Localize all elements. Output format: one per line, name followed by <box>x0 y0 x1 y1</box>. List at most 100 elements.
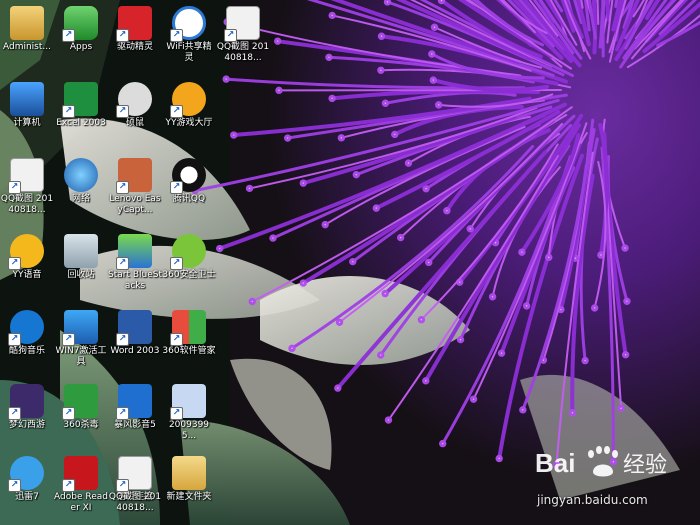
desktop-icon-label: 回收站 <box>67 270 95 280</box>
desktop-icon-label: 暴风影音5 <box>114 420 156 430</box>
image-file-icon: ↗ <box>8 158 44 194</box>
network-icon <box>64 158 98 192</box>
svg-text:经验: 经验 <box>623 453 667 478</box>
desktop-icon[interactable]: ↗ 360杀毒 <box>54 380 108 446</box>
shortcut-arrow-icon: ↗ <box>62 29 75 42</box>
desktop-icon-label: 腾讯QQ <box>172 194 206 204</box>
word-icon: ↗ <box>116 310 152 346</box>
wifi-share-icon: ↗ <box>170 6 206 42</box>
desktop-icon[interactable]: 回收站 <box>54 230 108 296</box>
desktop-icon[interactable]: ↗ YY游戏大厅 <box>162 78 216 144</box>
shortcut-arrow-icon: ↗ <box>8 333 21 346</box>
thunder-icon: ↗ <box>8 456 44 492</box>
desktop-icon-label: 网络 <box>71 194 90 204</box>
svg-text:Bai: Bai <box>535 448 575 478</box>
shortcut-arrow-icon: ↗ <box>170 181 183 194</box>
desktop-icon[interactable]: ↗ Adobe Reader XI <box>54 452 108 518</box>
mouse-app-icon: ↗ <box>116 82 152 118</box>
desktop-icon[interactable]: ↗ 360安全卫士 <box>162 230 216 296</box>
shortcut-arrow-icon: ↗ <box>8 181 21 194</box>
shortcut-arrow-icon: ↗ <box>170 333 183 346</box>
bluestacks-icon: ↗ <box>116 234 152 270</box>
qq-penguin-icon: ↗ <box>170 158 206 194</box>
desktop-icon-label: Word 2003 <box>110 346 160 356</box>
desktop-icon[interactable]: 新建文件夹 <box>162 452 216 518</box>
desktop-icon-label: Excel 2003 <box>56 118 106 128</box>
desktop-icon[interactable]: ↗ 迅雷7 <box>0 452 54 518</box>
desktop-icon-label: 360杀毒 <box>63 420 99 430</box>
game-icon: ↗ <box>8 384 44 420</box>
image-file-icon: ↗ <box>224 6 260 42</box>
desktop-icon[interactable]: ↗ 梦幻西游 <box>0 380 54 446</box>
shortcut-arrow-icon: ↗ <box>170 257 183 270</box>
desktop-icon-label: WiFi共享精灵 <box>166 42 212 63</box>
shortcut-arrow-icon: ↗ <box>116 257 129 270</box>
keyboard-image-icon: ↗ <box>170 384 206 420</box>
desktop-icon[interactable]: ↗ QQ截图 20140818... <box>108 452 162 518</box>
desktop-icon[interactable]: ↗ WiFi共享精灵 <box>162 2 216 68</box>
desktop-icon[interactable]: ↗ Word 2003 <box>108 306 162 372</box>
desktop-icon-label: 驱动精灵 <box>116 42 153 52</box>
recycle-bin-icon <box>64 234 98 268</box>
shortcut-arrow-icon: ↗ <box>170 407 183 420</box>
desktop-icon[interactable]: ↗ 驱动精灵 <box>108 2 162 68</box>
desktop-icon[interactable]: ↗ 酷狗音乐 <box>0 306 54 372</box>
adobe-reader-icon: ↗ <box>62 456 98 492</box>
desktop-icon[interactable]: ↗ 暴风影音5 <box>108 380 162 446</box>
shortcut-arrow-icon: ↗ <box>8 479 21 492</box>
computer-icon <box>10 82 44 116</box>
desktop-icon-label: QQ截图 20140818... <box>108 492 162 513</box>
shortcut-arrow-icon: ↗ <box>62 407 75 420</box>
yy-game-icon: ↗ <box>170 82 206 118</box>
shortcut-arrow-icon: ↗ <box>170 29 183 42</box>
desktop-icon[interactable]: 计算机 <box>0 78 54 144</box>
shortcut-arrow-icon: ↗ <box>116 333 129 346</box>
desktop-icon[interactable]: ↗ 360软件管家 <box>162 306 216 372</box>
desktop-icon-label: YY语音 <box>12 270 42 280</box>
shortcut-arrow-icon: ↗ <box>8 407 21 420</box>
desktop-icon[interactable]: 网络 <box>54 154 108 220</box>
excel-icon: ↗ <box>62 82 98 118</box>
desktop-icon-label: 计算机 <box>13 118 41 128</box>
desktop-icon[interactable]: ↗ 硕鼠 <box>108 78 162 144</box>
win7-activator-icon: ↗ <box>62 310 98 346</box>
desktop-icon[interactable]: ↗ QQ截图 20140818... <box>0 154 54 220</box>
desktop-icon[interactable]: ↗ QQ截图 20140818... <box>216 2 270 68</box>
desktop-icon[interactable]: ↗ 腾讯QQ <box>162 154 216 220</box>
desktop-icon-label: 酷狗音乐 <box>8 346 45 356</box>
360-antivirus-icon: ↗ <box>62 384 98 420</box>
desktop-icon-label: 20093995... <box>168 420 210 441</box>
baidu-jingyan-watermark: Bai 经验 jingyan.baidu.com <box>533 440 693 515</box>
desktop-icon[interactable]: ↗ 20093995... <box>162 380 216 446</box>
desktop-icon-label: 新建文件夹 <box>166 492 212 502</box>
desktop-icon-label: QQ截图 20140818... <box>216 42 270 63</box>
desktop-icon-label: 梦幻西游 <box>8 420 45 430</box>
desktop-icon[interactable]: ↗ Excel 2003 <box>54 78 108 144</box>
desktop-icon-label: 迅雷7 <box>15 492 39 502</box>
desktop-icon[interactable]: ↗ Start BlueStacks <box>108 230 162 296</box>
desktop-icon-label: 硕鼠 <box>125 118 144 128</box>
shortcut-arrow-icon: ↗ <box>116 407 129 420</box>
desktop-icon-label: Apps <box>69 42 93 52</box>
360-software-icon: ↗ <box>170 310 206 346</box>
desktop-icon[interactable]: ↗ Lenovo EasyCapt... <box>108 154 162 220</box>
desktop-icon-label: WIN7激活工具 <box>55 346 107 367</box>
shortcut-arrow-icon: ↗ <box>8 257 21 270</box>
desktop-icon-label: 360安全卫士 <box>162 270 216 280</box>
desktop-icon-label: Start BlueStacks <box>108 270 163 291</box>
shortcut-arrow-icon: ↗ <box>116 29 129 42</box>
desktop-icon-label: Lenovo EasyCapt... <box>109 194 161 215</box>
desktop-icon-label: 360软件管家 <box>162 346 216 356</box>
desktop-icon-label: Adobe Reader XI <box>54 492 108 513</box>
user-folder-icon <box>10 6 44 40</box>
shortcut-arrow-icon: ↗ <box>62 333 75 346</box>
desktop-icon[interactable]: ↗ Apps <box>54 2 108 68</box>
desktop-icon[interactable]: ↗ WIN7激活工具 <box>54 306 108 372</box>
baofeng-icon: ↗ <box>116 384 152 420</box>
shortcut-arrow-icon: ↗ <box>116 181 129 194</box>
shortcut-arrow-icon: ↗ <box>116 479 129 492</box>
desktop-icon-label: YY游戏大厅 <box>165 118 213 128</box>
shortcut-arrow-icon: ↗ <box>62 479 75 492</box>
desktop-icon[interactable]: ↗ YY语音 <box>0 230 54 296</box>
desktop-icon[interactable]: Administ... <box>0 2 54 68</box>
